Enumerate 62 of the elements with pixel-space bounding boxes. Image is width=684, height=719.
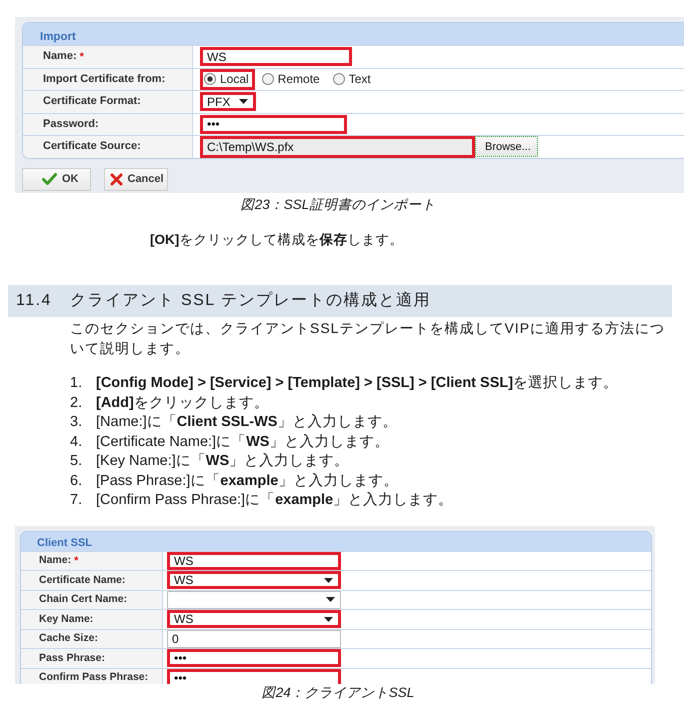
- password-field[interactable]: •••: [167, 649, 341, 668]
- step-number: 2.: [70, 394, 84, 412]
- radio-option[interactable]: Local: [200, 68, 255, 90]
- radio-icon[interactable]: [204, 73, 216, 86]
- field-label: Name:: [43, 50, 77, 64]
- step-text: [Key Name:]に「WS」と入力します。: [96, 452, 350, 471]
- required-asterisk: *: [80, 50, 84, 63]
- text-field[interactable]: 0: [167, 630, 341, 648]
- text-field[interactable]: WS: [167, 552, 341, 570]
- step-text: [Confirm Pass Phrase:]に「example」と入力します。: [96, 491, 454, 510]
- x-icon: [110, 172, 122, 186]
- radio-icon[interactable]: [332, 73, 345, 86]
- body-paragraph: このセクションでは、クライアントSSLテンプレートを構成してVIPに適用する方法について説明します。: [70, 319, 666, 358]
- field-label: Certificate Format:: [43, 95, 141, 108]
- browse-button[interactable]: Browse...: [475, 136, 538, 158]
- radio-option[interactable]: Text: [328, 68, 377, 90]
- text-field[interactable]: WS: [200, 47, 352, 66]
- step-number: 7.: [70, 491, 84, 510]
- step-text: [Add]をクリックします。: [96, 394, 269, 412]
- field-label: Chain Cert Name:: [39, 593, 128, 606]
- required-asterisk: *: [74, 554, 78, 567]
- password-field[interactable]: •••: [167, 668, 341, 684]
- field-label: Pass Phrase:: [39, 652, 105, 665]
- panel-title: Import: [40, 30, 76, 44]
- instruction-text: [OK]をクリックして構成を保存します。: [149, 232, 404, 248]
- ok-button[interactable]: OK: [22, 168, 90, 190]
- field-label: Certificate Name:: [39, 574, 126, 587]
- step-text: [Config Mode] > [Service] > [Template] > [SSL] > [Client SSL]を選択します。: [96, 374, 618, 393]
- caret-icon: [324, 616, 333, 622]
- field-label: Password:: [43, 118, 99, 131]
- step-number: 5.: [70, 452, 84, 471]
- file-path-field[interactable]: C:\Temp\WS.pfx: [200, 136, 475, 158]
- radio-option[interactable]: Remote: [258, 68, 326, 90]
- caret-icon: [324, 578, 333, 583]
- dropdown[interactable]: [167, 590, 341, 609]
- step-number: 4.: [70, 432, 84, 452]
- field-label: Key Name:: [39, 612, 94, 626]
- figure-caption: 図23：SSL証明書のインポート: [240, 197, 436, 213]
- dropdown[interactable]: PFX: [200, 92, 256, 112]
- field-label: Certificate Source:: [43, 140, 141, 154]
- panel-title: Client SSL: [37, 536, 92, 550]
- step-number: 1.: [70, 374, 84, 393]
- radio-icon[interactable]: [262, 73, 274, 86]
- field-label: Cache Size:: [39, 632, 98, 646]
- step-text: [Name:]に「Client SSL-WS」と入力します。: [96, 413, 398, 432]
- figure-caption: 図24：クライアントSSL: [260, 684, 416, 700]
- section-number: 11.4: [16, 291, 53, 311]
- cancel-button[interactable]: Cancel: [104, 168, 168, 190]
- field-label: Confirm Pass Phrase:: [39, 671, 148, 684]
- step-number: 6.: [70, 472, 84, 490]
- check-icon: [42, 173, 57, 185]
- step-number: 3.: [70, 413, 84, 432]
- section-title: クライアント SSL テンプレートの構成と適用: [70, 290, 432, 311]
- field-label: Import Certificate from:: [43, 72, 166, 86]
- caret-icon: [326, 597, 335, 602]
- password-field[interactable]: •••: [200, 114, 347, 134]
- step-text: [Certificate Name:]に「WS」と入力します。: [96, 432, 390, 452]
- step-text: [Pass Phrase:]に「example」と入力します。: [96, 472, 398, 490]
- dropdown[interactable]: WS: [167, 571, 341, 590]
- field-label: Name:: [39, 554, 72, 568]
- caret-icon: [239, 99, 248, 104]
- dropdown[interactable]: WS: [167, 610, 341, 628]
